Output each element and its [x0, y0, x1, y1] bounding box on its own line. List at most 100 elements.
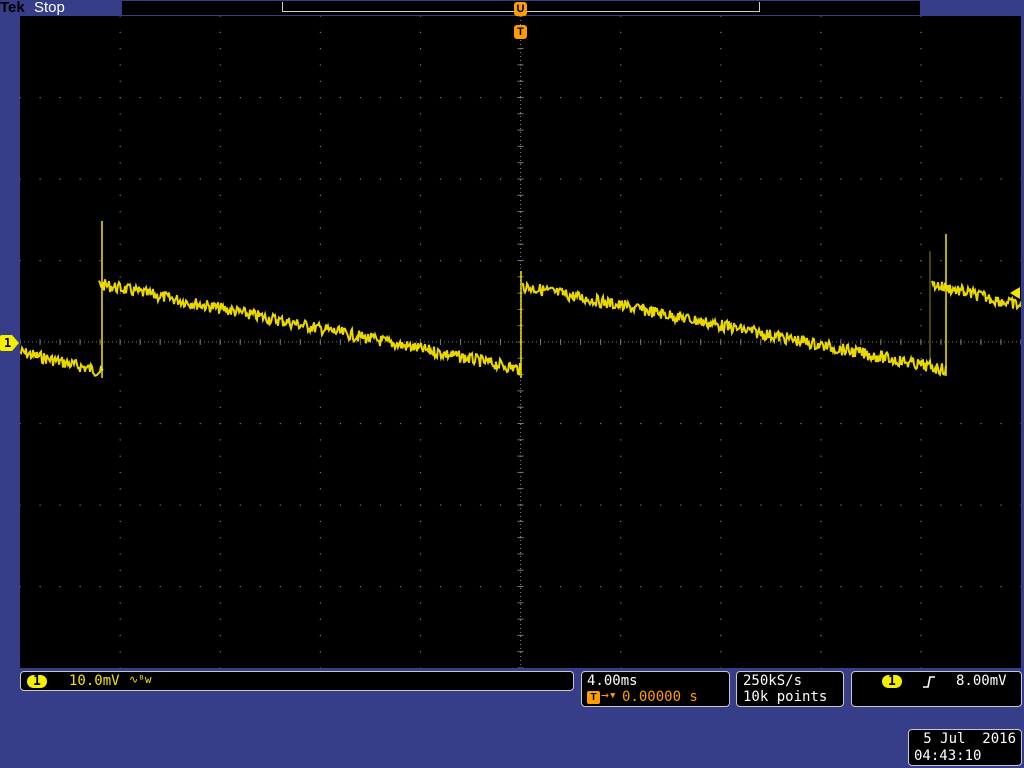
- grid-dot: [319, 48, 321, 50]
- grid-dot: [119, 211, 121, 213]
- grid-dot: [419, 16, 422, 17]
- grid-dot: [239, 260, 241, 262]
- grid-dot: [760, 504, 762, 506]
- grid-dot: [940, 586, 942, 588]
- grid-dot: [219, 667, 221, 668]
- grid-dot: [259, 586, 261, 588]
- grid-dot: [219, 471, 221, 474]
- grid-dot: [319, 113, 321, 115]
- grid-dot: [740, 586, 742, 588]
- grid-dot: [159, 504, 161, 506]
- grid-dot: [219, 16, 221, 17]
- grid-dot: [540, 97, 542, 99]
- record-position-marker[interactable]: U: [514, 2, 527, 16]
- channel-1-ground-marker[interactable]: 1: [0, 335, 19, 351]
- grid-dot: [860, 423, 862, 425]
- grid-dot: [920, 211, 922, 213]
- grid-dot: [760, 178, 762, 180]
- grid-dot: [319, 243, 321, 245]
- trigger-level-marker[interactable]: [1010, 284, 1020, 299]
- grid-dot: [680, 586, 682, 588]
- grid-dot: [119, 194, 121, 196]
- acquisition-readout[interactable]: 250kS/s 10k points: [736, 671, 844, 707]
- grid-dot: [219, 243, 221, 245]
- grid-dot: [319, 406, 321, 408]
- grid-dot: [319, 667, 321, 668]
- waveform-display[interactable]: [20, 16, 1021, 668]
- grid-dot: [540, 178, 542, 180]
- grid-dot: [419, 194, 422, 196]
- grid-dot: [580, 504, 582, 506]
- grid-dot: [780, 178, 782, 180]
- grid-dot: [39, 97, 41, 99]
- channel-1-readout[interactable]: 1 10.0mV ∿ᴮw: [20, 671, 574, 691]
- grid-dot: [419, 488, 422, 490]
- grid-dot: [820, 80, 822, 82]
- grid-dot: [99, 504, 101, 506]
- grid-dot: [620, 211, 622, 213]
- grid-dot: [800, 97, 802, 99]
- grid-dot: [339, 586, 342, 588]
- sample-rate: 250kS/s: [743, 673, 803, 689]
- grid-dot: [920, 308, 922, 311]
- grid-dot: [219, 194, 221, 196]
- grid-dot: [239, 423, 241, 425]
- grid-dot: [920, 520, 922, 522]
- grid-dot: [620, 260, 622, 262]
- grid-dot: [219, 423, 221, 425]
- grid-dot: [720, 634, 722, 637]
- grid-dot: [980, 97, 982, 99]
- grid-dot: [580, 178, 582, 180]
- grid-dot: [920, 455, 922, 457]
- grid-dot: [720, 129, 722, 131]
- grid-dot: [479, 178, 482, 180]
- grid-dot: [39, 423, 41, 425]
- grid-dot: [419, 97, 422, 99]
- grid-dot: [720, 569, 722, 571]
- grid-dot: [820, 488, 822, 490]
- grid-dot: [620, 602, 622, 604]
- grid-dot: [540, 504, 542, 506]
- grid-dot: [119, 488, 121, 490]
- grid-dot: [720, 243, 722, 245]
- grid-dot: [560, 178, 562, 180]
- grid-dot: [920, 651, 922, 653]
- grid-dot: [219, 80, 221, 82]
- grid-dot: [299, 97, 301, 99]
- grid-dot: [239, 504, 241, 506]
- grid-dot: [1020, 586, 1021, 588]
- grid-dot: [920, 145, 922, 148]
- grid-dot: [399, 423, 402, 425]
- grid-dot: [680, 423, 682, 425]
- grid-dot: [920, 357, 922, 359]
- grid-dot: [940, 97, 942, 99]
- grid-dot: [419, 406, 422, 408]
- trigger-position-marker[interactable]: T: [514, 25, 527, 39]
- grid-dot: [920, 618, 922, 620]
- grid-dot: [620, 520, 622, 522]
- grid-dot: [79, 260, 81, 262]
- grid-dot: [119, 145, 121, 148]
- grid-dot: [720, 406, 722, 408]
- grid-dot: [720, 390, 722, 392]
- grid-dot: [219, 145, 221, 148]
- grid-dot: [740, 423, 742, 425]
- grid-dot: [920, 194, 922, 196]
- grid-dot: [419, 455, 422, 457]
- grid-dot: [419, 390, 422, 392]
- grid-dot: [419, 618, 422, 620]
- grid-dot: [179, 504, 181, 506]
- grid-dot: [279, 260, 281, 262]
- grid-dot: [299, 423, 301, 425]
- grid-dot: [920, 488, 922, 490]
- timebase-readout[interactable]: 4.00ms T →▾ 0.00000 s: [581, 671, 730, 707]
- waveform-trace: [20, 345, 104, 377]
- grid-dot: [219, 276, 221, 278]
- grid-dot: [760, 423, 762, 425]
- date-label: 5 Jul 2016: [923, 731, 1016, 747]
- grid-dot: [740, 504, 742, 506]
- grid-dot: [820, 520, 822, 522]
- grid-dot: [159, 178, 161, 180]
- grid-dot: [800, 178, 802, 180]
- trigger-readout[interactable]: 1 8.00mV: [851, 671, 1022, 707]
